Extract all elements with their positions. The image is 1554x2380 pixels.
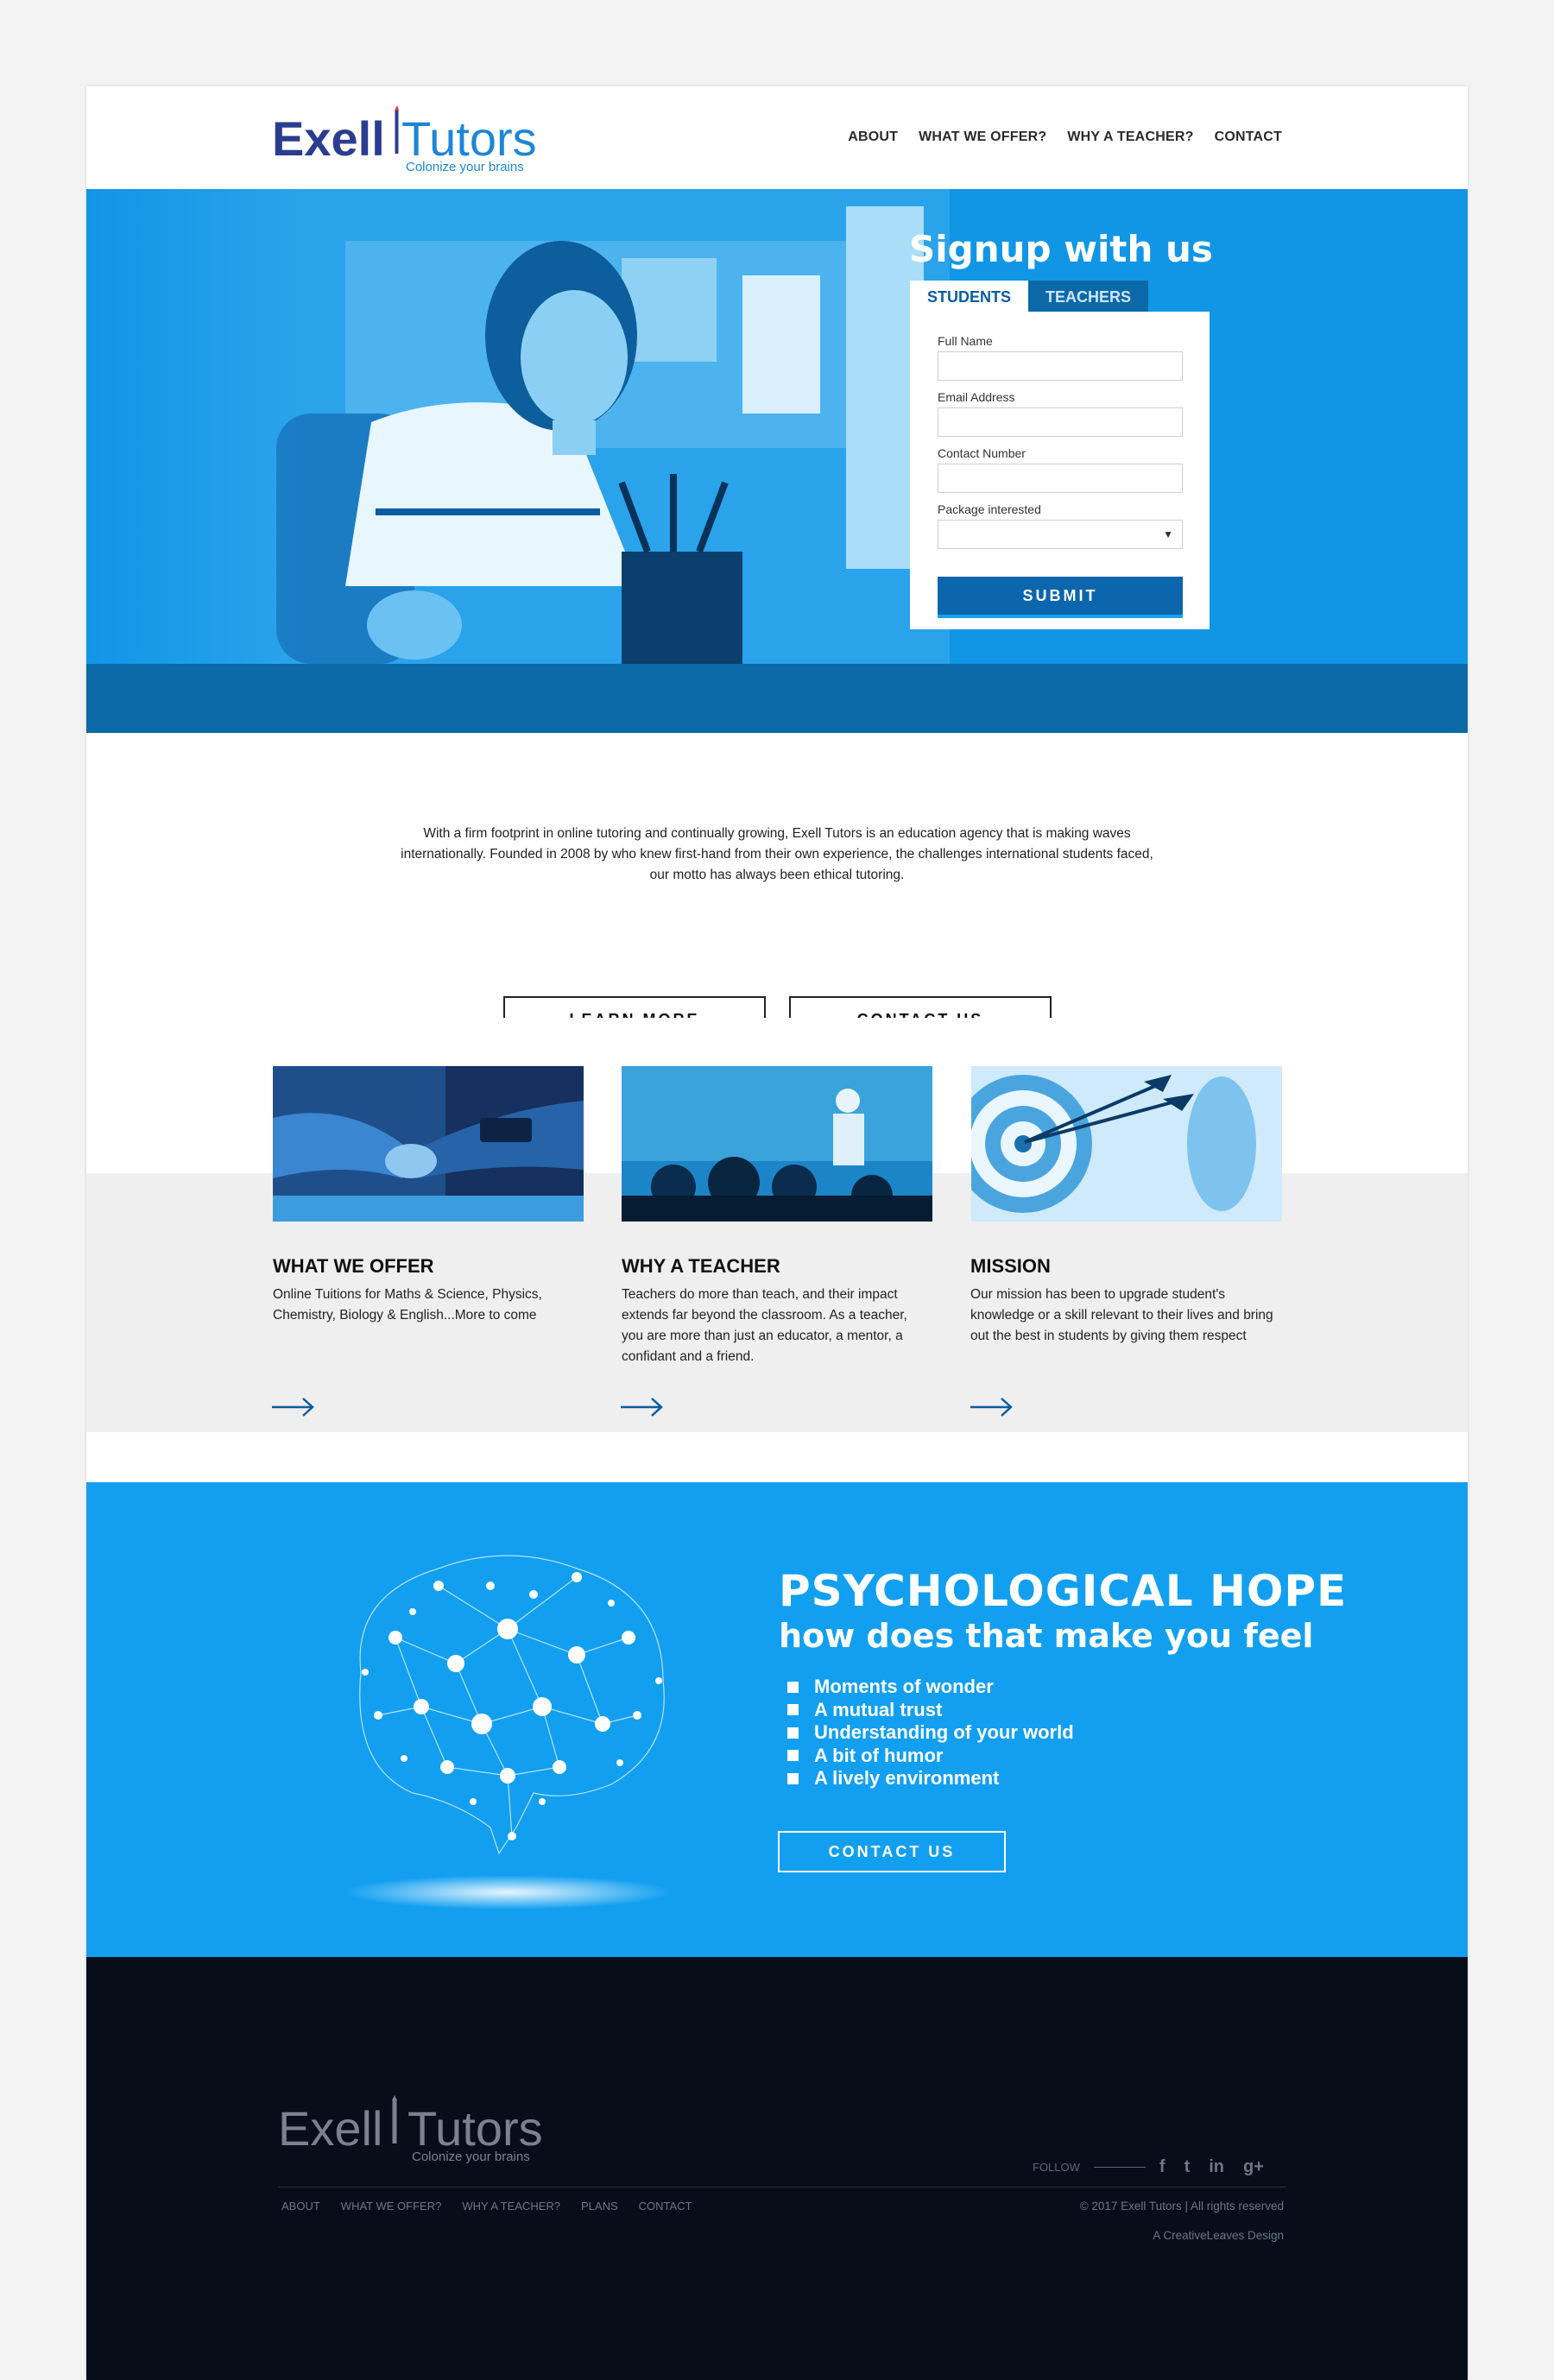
social-links: f t in g+ bbox=[1159, 2157, 1264, 2177]
footer-pencil-icon bbox=[392, 2100, 397, 2143]
main-nav: ABOUT WHAT WE OFFER? WHY A TEACHER? CONT… bbox=[848, 129, 1282, 145]
bullet-square-icon bbox=[787, 1727, 799, 1739]
submit-button[interactable]: SUBMIT bbox=[938, 577, 1183, 618]
feature-title-what-we-offer: WHAT WE OFFER bbox=[273, 1255, 434, 1277]
facebook-icon[interactable]: f bbox=[1159, 2157, 1166, 2177]
twitter-icon[interactable]: t bbox=[1184, 2157, 1191, 2177]
copyright-text: © 2017 Exell Tutors | All rights reserve… bbox=[1079, 2200, 1284, 2213]
bullet-square-icon bbox=[787, 1772, 799, 1784]
list-item-text: Moments of wonder bbox=[814, 1676, 994, 1697]
hero-band bbox=[86, 664, 1468, 733]
feature-text-what-we-offer: Online Tuitions for Maths & Science, Phy… bbox=[273, 1287, 542, 1323]
email-label: Email Address bbox=[938, 390, 1015, 404]
footer-logo-text-tutors: Tutors bbox=[407, 2101, 543, 2156]
footer-nav-about[interactable]: ABOUT bbox=[281, 2200, 320, 2213]
footer: Exell Tutors Colonize your brains FOLLOW… bbox=[86, 1957, 1468, 2380]
signup-form: Full Name Email Address Contact Number P… bbox=[910, 312, 1210, 629]
footer-nav-contact[interactable]: CONTACT bbox=[639, 2200, 692, 2213]
logo-tagline: Colonize your brains bbox=[406, 160, 524, 174]
tab-students[interactable]: STUDENTS bbox=[910, 281, 1029, 312]
full-name-input[interactable] bbox=[938, 351, 1183, 381]
linkedin-icon[interactable]: in bbox=[1209, 2157, 1224, 2177]
psych-subtitle: how does that make you feel bbox=[779, 1617, 1314, 1655]
full-name-label: Full Name bbox=[938, 334, 993, 348]
page: Exell Tutors Colonize your brains ABOUT … bbox=[86, 86, 1468, 2380]
arrow-right-icon[interactable] bbox=[272, 1397, 315, 1417]
list-item-text: Understanding of your world bbox=[814, 1721, 1074, 1743]
footer-nav-plans[interactable]: PLANS bbox=[581, 2200, 618, 2213]
footer-logo-text-exell: Exell bbox=[278, 2101, 382, 2156]
follow-bar: FOLLOW f t in g+ bbox=[1033, 2157, 1264, 2177]
bullet-square-icon bbox=[787, 1681, 799, 1693]
nav-why-a-teacher[interactable]: WHY A TEACHER? bbox=[1067, 129, 1193, 145]
tab-teachers[interactable]: TEACHERS bbox=[1028, 281, 1149, 312]
feature-text-mission: Our mission has been to upgrade student'… bbox=[970, 1287, 1273, 1343]
package-select[interactable]: ▼ bbox=[938, 520, 1183, 549]
handshake-photo[interactable] bbox=[273, 1066, 584, 1222]
hero: Signup with us STUDENTS TEACHERS Full Na… bbox=[86, 189, 1468, 664]
follow-divider bbox=[1093, 2167, 1146, 2168]
bullet-square-icon bbox=[787, 1704, 799, 1716]
package-label: Package interested bbox=[938, 502, 1041, 516]
list-item: A bit of humor bbox=[787, 1745, 1074, 1768]
target-arrows-photo[interactable] bbox=[971, 1066, 1282, 1222]
feature-text-why-a-teacher: Teachers do more than teach, and their i… bbox=[622, 1287, 907, 1364]
nav-about[interactable]: ABOUT bbox=[848, 129, 898, 145]
google-plus-icon[interactable]: g+ bbox=[1243, 2157, 1264, 2177]
bullet-square-icon bbox=[787, 1750, 799, 1762]
credit-text: A CreativeLeaves Design bbox=[1153, 2229, 1284, 2242]
hero-student-photo bbox=[86, 189, 950, 664]
nav-what-we-offer[interactable]: WHAT WE OFFER? bbox=[919, 129, 1046, 145]
signup-title: Signup with us bbox=[909, 228, 1213, 270]
pencil-icon bbox=[395, 110, 399, 154]
signup-tabs: STUDENTS TEACHERS bbox=[910, 281, 1149, 312]
logo-text-exell: Exell bbox=[272, 111, 385, 166]
pencil-tip-icon bbox=[395, 105, 399, 110]
intro-section: With a firm footprint in online tutoring… bbox=[86, 733, 1468, 1043]
chevron-down-icon: ▼ bbox=[1163, 528, 1173, 540]
footer-logo-tagline: Colonize your brains bbox=[412, 2150, 530, 2164]
psychological-hope-section: PSYCHOLOGICAL HOPE how does that make yo… bbox=[86, 1482, 1468, 1957]
brain-network-icon bbox=[344, 1555, 672, 1910]
logo-text-tutors: Tutors bbox=[401, 111, 537, 166]
arrow-right-icon[interactable] bbox=[970, 1397, 1014, 1417]
list-item: A mutual trust bbox=[787, 1699, 1074, 1722]
list-item-text: A mutual trust bbox=[814, 1698, 943, 1720]
feature-title-mission: MISSION bbox=[970, 1255, 1051, 1277]
intro-text: With a firm footprint in online tutoring… bbox=[401, 826, 1153, 882]
header: Exell Tutors Colonize your brains ABOUT … bbox=[86, 86, 1468, 189]
footer-nav: ABOUT WHAT WE OFFER? WHY A TEACHER? PLAN… bbox=[281, 2200, 692, 2213]
list-item: Moments of wonder bbox=[787, 1676, 1074, 1699]
footer-nav-what-we-offer[interactable]: WHAT WE OFFER? bbox=[341, 2200, 442, 2213]
contact-number-label: Contact Number bbox=[938, 446, 1026, 460]
psych-title: PSYCHOLOGICAL HOPE bbox=[779, 1566, 1348, 1616]
footer-pencil-tip-icon bbox=[392, 2095, 397, 2100]
nav-contact[interactable]: CONTACT bbox=[1215, 129, 1282, 145]
email-input[interactable] bbox=[938, 407, 1183, 437]
psych-list: Moments of wonder A mutual trust Underst… bbox=[787, 1676, 1074, 1790]
contact-number-input[interactable] bbox=[938, 464, 1183, 493]
classroom-photo[interactable] bbox=[622, 1066, 932, 1222]
brand-logo[interactable]: Exell Tutors Colonize your brains bbox=[272, 105, 557, 174]
list-item-text: A bit of humor bbox=[814, 1744, 944, 1766]
follow-label: FOLLOW bbox=[1033, 2161, 1080, 2174]
feature-title-why-a-teacher: WHY A TEACHER bbox=[622, 1255, 780, 1277]
footer-nav-why-a-teacher[interactable]: WHY A TEACHER? bbox=[462, 2200, 560, 2213]
footer-brand-logo[interactable]: Exell Tutors Colonize your brains bbox=[278, 2095, 563, 2169]
psych-contact-us-button[interactable]: CONTACT US bbox=[778, 1831, 1006, 1872]
list-item-text: A lively environment bbox=[814, 1767, 1000, 1789]
arrow-right-icon[interactable] bbox=[621, 1397, 664, 1417]
list-item: Understanding of your world bbox=[787, 1721, 1074, 1745]
list-item: A lively environment bbox=[787, 1767, 1074, 1790]
